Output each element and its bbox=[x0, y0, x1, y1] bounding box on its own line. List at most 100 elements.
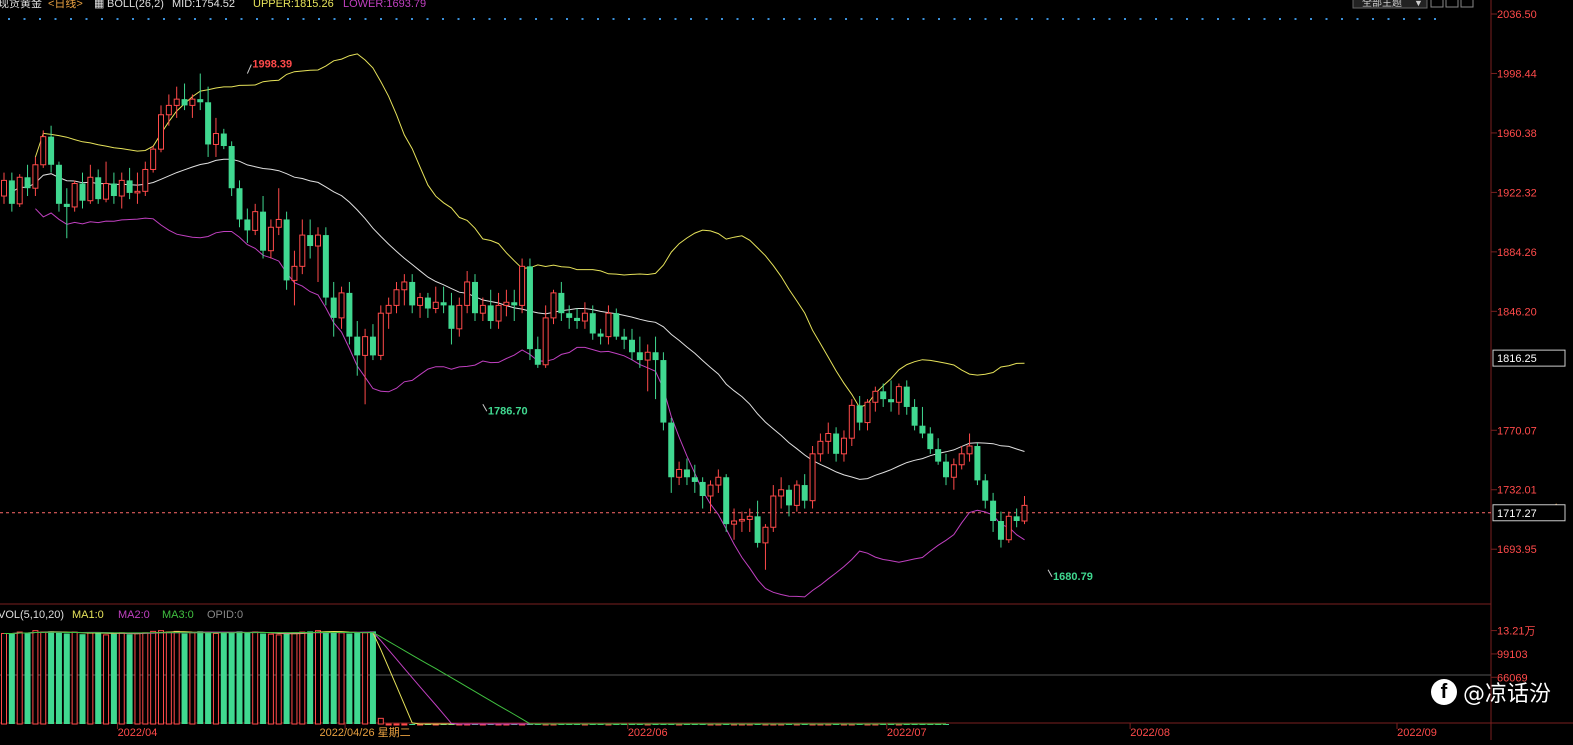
reference-dot bbox=[674, 18, 677, 20]
candle-body-down bbox=[220, 133, 227, 147]
chart-window: 现货黄金 <日线> ▦ BOLL(26,2) MID:1754.52 UPPER… bbox=[0, 0, 1573, 740]
candle-body-up bbox=[542, 317, 549, 366]
reference-dot bbox=[70, 18, 72, 20]
candle-body-up bbox=[385, 304, 392, 314]
candle-body-up bbox=[778, 489, 785, 497]
volume-bar-up bbox=[189, 632, 196, 725]
volume-bar-down bbox=[205, 632, 212, 724]
volume-bar-down bbox=[24, 632, 31, 724]
volume-bar-down bbox=[330, 631, 337, 724]
reference-dot bbox=[39, 18, 41, 20]
volume-bar-up bbox=[16, 631, 23, 725]
reference-dot bbox=[225, 18, 227, 20]
reference-dot bbox=[628, 18, 630, 20]
reference-dot bbox=[1356, 18, 1359, 20]
candle-body-up bbox=[479, 304, 486, 314]
candle-body-up bbox=[338, 292, 345, 319]
volume-bar-up bbox=[338, 632, 345, 725]
candle-body-down bbox=[683, 469, 690, 478]
price-grid: ⇡ bbox=[0, 13, 1560, 550]
lower-value: LOWER:1693.79 bbox=[343, 0, 426, 10]
volume-bar-down bbox=[197, 631, 204, 724]
reference-dot bbox=[690, 18, 692, 20]
candle-body-down bbox=[558, 292, 565, 314]
reference-dot bbox=[736, 18, 739, 20]
candle-body-down bbox=[880, 391, 887, 400]
volume-bar-down bbox=[8, 633, 15, 724]
reference-dot bbox=[845, 18, 847, 20]
volume-bar-down bbox=[244, 632, 251, 724]
vol-opid: OPID:0 bbox=[207, 609, 243, 621]
date-label: 2022/08 bbox=[1130, 727, 1170, 739]
reference-dot bbox=[380, 18, 382, 20]
reference-dot bbox=[1170, 18, 1173, 20]
candle-body-up bbox=[644, 351, 651, 361]
reference-dot bbox=[969, 18, 971, 20]
price-box-label: 1717.27 bbox=[1497, 508, 1537, 520]
reference-dot bbox=[922, 18, 925, 20]
candle-body-down bbox=[943, 461, 949, 478]
candle-body-down bbox=[621, 336, 628, 340]
reference-dot bbox=[767, 18, 770, 20]
candle-body-down bbox=[487, 305, 494, 322]
reference-dot bbox=[302, 18, 305, 20]
candle-body-down bbox=[126, 180, 133, 193]
reference-dot bbox=[147, 18, 150, 20]
candlestick-chart[interactable]: 现货黄金 <日线> ▦ BOLL(26,2) MID:1754.52 UPPER… bbox=[0, 0, 1573, 740]
reference-dots bbox=[8, 18, 1436, 20]
candle-body-up bbox=[1021, 504, 1028, 522]
candle-body-down bbox=[181, 99, 188, 106]
candle-body-down bbox=[1013, 516, 1020, 522]
annotation-leader bbox=[1047, 569, 1053, 578]
reference-dot bbox=[85, 18, 88, 20]
reference-dot bbox=[876, 18, 878, 20]
candle-body-down bbox=[982, 480, 989, 501]
candle-body-up bbox=[118, 179, 125, 197]
reference-dot bbox=[643, 18, 646, 20]
date-label: 2022/04 bbox=[118, 727, 158, 739]
reference-dot bbox=[1434, 18, 1436, 20]
candle-body-up bbox=[676, 468, 683, 478]
reference-dot bbox=[488, 18, 491, 20]
candle-body-up bbox=[173, 98, 180, 106]
chevron-down-icon: ▼ bbox=[1414, 0, 1423, 8]
volume-bar-up bbox=[165, 631, 172, 725]
candle-body-down bbox=[927, 433, 934, 450]
candle-body-down bbox=[574, 317, 581, 322]
vol-indicator-name: VOL(5,10,20) bbox=[0, 609, 64, 621]
volume-bar-up bbox=[173, 630, 180, 725]
layout-single-icon[interactable] bbox=[1430, 0, 1444, 8]
candle-body-down bbox=[691, 477, 698, 482]
price-tick-label: 1770.07 bbox=[1497, 425, 1537, 437]
candle-body-up bbox=[401, 281, 408, 291]
candle-body-up bbox=[825, 433, 832, 442]
volume-bar-up bbox=[299, 631, 306, 725]
candle-body-down bbox=[260, 211, 267, 251]
volume-bar-up bbox=[134, 632, 141, 725]
reference-dot bbox=[349, 18, 351, 20]
candle-body-down bbox=[629, 339, 635, 353]
date-axis-labels: 2022/04 2022/04/26 星期二 2022/06 2022/07 2022/… bbox=[116, 723, 1437, 739]
volume-bar-down bbox=[322, 632, 329, 724]
candle-body-down bbox=[833, 433, 840, 454]
candle-body-down bbox=[307, 235, 314, 247]
volume-bar-up bbox=[315, 630, 321, 725]
volume-bar-down bbox=[236, 631, 243, 724]
price-tick-label: 1960.38 bbox=[1497, 128, 1537, 140]
layout-split-icon[interactable] bbox=[1445, 0, 1459, 8]
volume-bar-down bbox=[220, 632, 227, 724]
reference-dot bbox=[1124, 18, 1126, 20]
candle-body-down bbox=[723, 477, 730, 525]
reference-dot bbox=[1418, 18, 1421, 20]
candle-body-up bbox=[503, 301, 510, 306]
candle-body-down bbox=[236, 188, 243, 220]
candles bbox=[1, 73, 1028, 570]
reference-dot bbox=[1341, 18, 1343, 20]
candle-body-down bbox=[754, 516, 761, 543]
layout-grid-icon[interactable] bbox=[1460, 0, 1474, 8]
candle-body-down bbox=[205, 102, 212, 145]
candle-body-down bbox=[526, 266, 533, 350]
reference-dot bbox=[597, 18, 599, 20]
candle-body-up bbox=[817, 440, 824, 455]
chart-type-icon: ▦ bbox=[94, 0, 104, 10]
